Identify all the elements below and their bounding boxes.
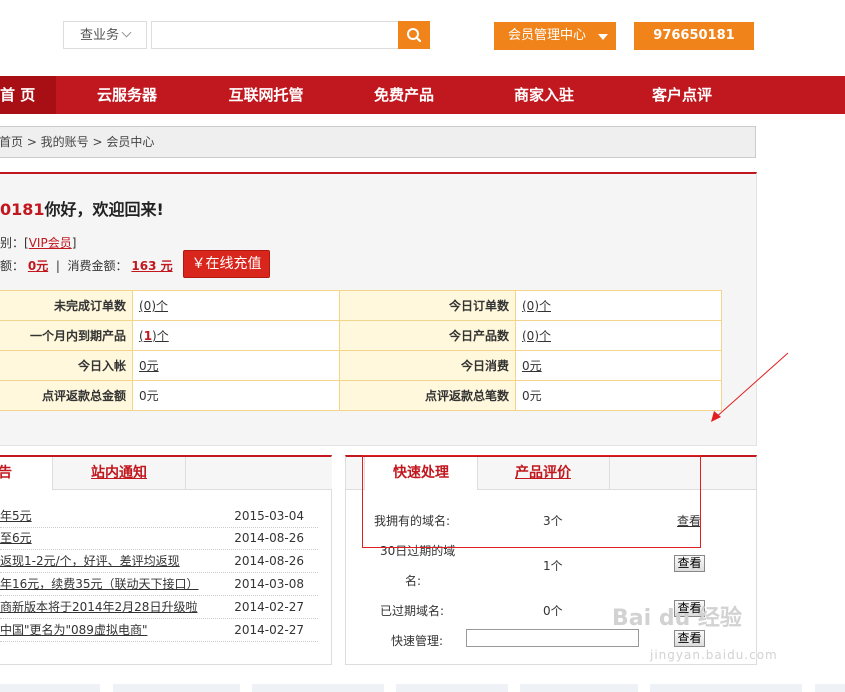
stat-value: 0元 <box>132 380 340 411</box>
nav-item-merchants[interactable]: 商家入驻 <box>495 76 593 114</box>
stat-label: 点评返款总金额 <box>0 380 133 411</box>
annotation-arrow-icon <box>711 352 789 422</box>
list-item[interactable]: 年16元，续费35元（联动天下接口） 2014-03-08 <box>0 573 318 596</box>
expired-domains-count: 0个 <box>543 604 563 618</box>
view-expiring-button[interactable]: 查看 <box>674 555 705 572</box>
caret-down-icon <box>598 34 608 40</box>
annotation-highlight-box <box>362 455 701 548</box>
stat-value: 0元 <box>515 380 722 411</box>
stat-label: 点评返款总笔数 <box>339 380 516 411</box>
balance-value[interactable]: 0元 <box>28 259 48 273</box>
list-item[interactable]: 中国"更名为"089虚拟电商" 2014-02-27 <box>0 619 318 642</box>
vip-level-link[interactable]: VIP会员 <box>29 236 72 250</box>
member-level: 别：[VIP会员] <box>0 236 77 250</box>
footer-strip <box>815 684 845 692</box>
spend-value[interactable]: 163 元 <box>131 259 172 273</box>
search-icon <box>407 28 422 43</box>
search-type-select[interactable]: 查业务 <box>63 21 147 49</box>
welcome-title: 0181你好，欢迎回来! <box>0 196 164 220</box>
level-label: 别： <box>0 236 25 250</box>
stat-value-link[interactable]: 0元 <box>132 350 340 381</box>
list-item[interactable]: 商新版本将于2014年2月28日升级啦 2014-02-27 <box>0 596 318 619</box>
account-number: 0181 <box>0 200 45 219</box>
breadcrumb: 首页 > 我的账号 > 会员中心 <box>0 126 756 158</box>
nav-item-hosting[interactable]: 互联网托管 <box>210 76 322 114</box>
search-type-label: 查业务 <box>79 28 119 43</box>
stat-value-link[interactable]: 0元 <box>515 350 722 381</box>
chevron-down-icon <box>121 27 132 38</box>
stat-label: 今日产品数 <box>339 320 516 351</box>
expiring-domains-count: 1个 <box>543 559 563 573</box>
footer-strip <box>0 684 100 692</box>
greeting-text: 你好，欢迎回来! <box>44 200 164 219</box>
stat-label: 今日消费 <box>339 350 516 381</box>
stat-label: 一个月内到期产品 <box>0 320 133 351</box>
balance-line: 额： 0元 | 消费金额： 163 元 <box>0 257 173 274</box>
recharge-button[interactable]: ￥在线充值 <box>183 250 270 278</box>
stat-value-link[interactable]: (0)个 <box>515 320 722 351</box>
expiring-domains-label-cont: 名: <box>405 574 422 588</box>
list-item[interactable]: 返现1-2元/个，好评、差评均返现 2014-08-26 <box>0 550 318 573</box>
nav-item-cloud-server[interactable]: 云服务器 <box>78 76 176 114</box>
footer-strip <box>252 684 384 692</box>
tab-site-notices[interactable]: 站内通知 <box>53 457 186 489</box>
member-center-dropdown[interactable]: 会员管理中心 <box>494 22 616 50</box>
account-button[interactable]: 976650181 <box>634 22 754 50</box>
separator: | <box>55 259 60 273</box>
nav-item-home[interactable]: 首 页 <box>0 76 56 114</box>
table-row: 未完成订单数 (0)个 今日订单数 (0)个 <box>0 290 722 321</box>
stat-value-link[interactable]: (0)个 <box>515 290 722 321</box>
quick-manage-label: 快速管理: <box>391 634 444 648</box>
footer-strip <box>520 684 638 692</box>
search-button[interactable] <box>398 21 430 49</box>
search-input[interactable] <box>151 21 399 49</box>
main-nav: 首 页 云服务器 互联网托管 免费产品 商家入驻 客户点评 <box>0 76 845 114</box>
quick-manage-button[interactable]: 查看 <box>674 630 705 647</box>
spend-label: 消费金额： <box>67 259 128 273</box>
stat-value-link[interactable]: (0)个 <box>132 290 340 321</box>
balance-label: 额： <box>0 259 25 273</box>
nav-item-reviews[interactable]: 客户点评 <box>633 76 731 114</box>
footer-strip <box>396 684 508 692</box>
stat-label: 今日入帐 <box>0 350 133 381</box>
stat-value-link[interactable]: (1)个 <box>132 320 340 351</box>
footer-strip <box>650 684 802 692</box>
footer-strip <box>113 684 240 692</box>
watermark-logo: Bai du 经验 <box>612 606 742 631</box>
watermark-url: jingyan.baidu.com <box>650 648 778 662</box>
list-item[interactable]: 至6元 2014-08-26 <box>0 527 318 550</box>
stats-table: 未完成订单数 (0)个 今日订单数 (0)个 一个月内到期产品 (1)个 今日产… <box>0 290 722 411</box>
stat-label: 未完成订单数 <box>0 290 133 321</box>
nav-item-free-products[interactable]: 免费产品 <box>355 76 453 114</box>
table-row: 一个月内到期产品 (1)个 今日产品数 (0)个 <box>0 320 722 351</box>
table-row: 点评返款总金额 0元 点评返款总笔数 0元 <box>0 380 722 411</box>
tab-announcements[interactable]: 告 <box>0 457 53 490</box>
member-center-label: 会员管理中心 <box>508 28 587 43</box>
stat-label: 今日订单数 <box>339 290 516 321</box>
expired-domains-label: 已过期域名: <box>380 604 445 618</box>
list-item[interactable]: 年5元 2015-03-04 <box>0 505 318 528</box>
table-row: 今日入帐 0元 今日消费 0元 <box>0 350 722 381</box>
